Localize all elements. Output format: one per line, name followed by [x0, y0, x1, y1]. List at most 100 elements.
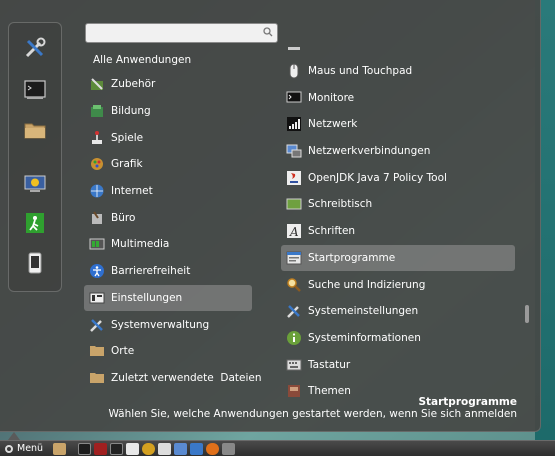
- taskbar-document-icon[interactable]: [126, 442, 140, 455]
- search-box[interactable]: [85, 23, 278, 43]
- taskbar-red-app-icon[interactable]: [94, 442, 108, 455]
- office-icon: [89, 210, 105, 226]
- app-item-label: Startprogramme: [308, 251, 396, 264]
- graphics-icon: [89, 156, 105, 172]
- app-item-locale[interactable]: Lokales: [281, 47, 515, 58]
- category-item-label: Systemverwaltung: [111, 318, 210, 331]
- category-item-label: Zubehör: [111, 78, 156, 91]
- search-icon: [263, 27, 273, 40]
- category-item-label: Multimedia: [111, 238, 170, 251]
- app-item-label: Monitore: [308, 91, 355, 104]
- menu-pointer: [8, 432, 20, 440]
- monitor-icon: [286, 90, 302, 106]
- category-item-education[interactable]: Bildung: [84, 98, 252, 125]
- category-item-accessibility[interactable]: Barrierefreiheit: [84, 258, 252, 285]
- taskbar-settings-icon[interactable]: [142, 442, 156, 455]
- app-item-system-settings[interactable]: Systemeinstellungen: [281, 298, 515, 325]
- app-item-startup[interactable]: Startprogramme: [281, 244, 515, 272]
- app-item-java[interactable]: OpenJDK Java 7 Policy Tool: [281, 164, 515, 191]
- terminal-icon[interactable]: [20, 75, 50, 105]
- app-item-mouse[interactable]: Maus und Touchpad: [281, 58, 515, 85]
- taskbar-mail-icon[interactable]: [158, 442, 172, 455]
- category-item-label: Grafik: [111, 158, 143, 171]
- category-item-accessories[interactable]: Zubehör: [84, 71, 252, 98]
- search-input[interactable]: [90, 26, 260, 40]
- category-item-label: Internet: [111, 185, 153, 198]
- category-item-label: Spiele: [111, 131, 144, 144]
- mouse-icon: [286, 63, 302, 79]
- category-item-games[interactable]: Spiele: [84, 124, 252, 151]
- category-item-label: Zuletzt verwendete Dateien: [111, 371, 262, 384]
- accessories-icon: [89, 76, 105, 92]
- settings-tools-icon[interactable]: [20, 33, 50, 63]
- network-icon: [286, 116, 302, 132]
- category-item-multimedia[interactable]: Multimedia: [84, 231, 252, 258]
- taskbar-folder-icon[interactable]: [53, 442, 67, 455]
- category-item-internet[interactable]: Internet: [84, 178, 252, 205]
- taskbar-terminal-icon[interactable]: [78, 442, 92, 455]
- category-all-applications[interactable]: Alle Anwendungen: [93, 54, 191, 66]
- app-item-label: Maus und Touchpad: [308, 65, 413, 78]
- app-item-keyboard[interactable]: Tastatur: [281, 351, 515, 378]
- app-item-system-info[interactable]: Systeminformationen: [281, 325, 515, 352]
- category-item-label: Büro: [111, 211, 136, 224]
- app-item-label: Netzwerkverbindungen: [308, 145, 431, 158]
- taskbar-firefox-icon[interactable]: [206, 442, 220, 455]
- app-item-label: Schriften: [308, 225, 356, 238]
- category-item-label: Bildung: [111, 105, 151, 118]
- menu-label: Menü: [17, 443, 44, 454]
- folder-icon[interactable]: [20, 115, 50, 145]
- svg-text:A: A: [289, 225, 299, 239]
- taskbar-network-icon[interactable]: [174, 442, 188, 455]
- settings-icon: [89, 290, 105, 306]
- app-item-desktop[interactable]: Schreibtisch: [281, 191, 515, 218]
- logout-screen-icon[interactable]: [20, 169, 50, 199]
- network-connections-icon: [286, 143, 302, 159]
- app-item-monitor[interactable]: Monitore: [281, 84, 515, 111]
- education-icon: [89, 103, 105, 119]
- app-item-label: Themen: [308, 385, 351, 398]
- app-item-network-connections[interactable]: Netzwerkverbindungen: [281, 138, 515, 165]
- category-item-recent-files[interactable]: Zuletzt verwendete Dateien: [84, 365, 262, 392]
- category-item-settings[interactable]: Einstellungen: [84, 284, 252, 312]
- multimedia-icon: [89, 236, 105, 252]
- fonts-icon: A: [286, 223, 302, 239]
- system-settings-icon: [286, 303, 302, 319]
- category-item-graphics[interactable]: Grafik: [84, 151, 252, 178]
- taskbar-app-icon[interactable]: [222, 442, 236, 455]
- category-item-system-admin[interactable]: Systemverwaltung: [84, 311, 252, 338]
- category-item-office[interactable]: Büro: [84, 204, 252, 231]
- app-item-network[interactable]: Netzwerk: [281, 111, 515, 138]
- app-item-label: Systeminformationen: [308, 331, 421, 344]
- app-list-scrollbar[interactable]: [525, 305, 529, 323]
- application-list: Lokales Maus und Touchpad Monitore Netzwerk…: [281, 47, 515, 407]
- app-item-label: Netzwerk: [308, 118, 358, 131]
- app-item-label: Lokales: [308, 47, 347, 50]
- app-item-label: OpenJDK Java 7 Policy Tool: [308, 171, 447, 184]
- category-list: Zubehör Bildung Spiele Grafik Internet Büro Mu…: [84, 71, 262, 392]
- places-icon: [89, 343, 105, 359]
- app-item-label: Systemeinstellungen: [308, 305, 419, 318]
- selected-app-description: Wählen Sie, welche Anwendungen gestartet…: [108, 408, 517, 420]
- exit-icon[interactable]: [20, 208, 50, 238]
- accessibility-icon: [89, 263, 105, 279]
- taskbar-console-icon[interactable]: [110, 442, 124, 455]
- category-item-places[interactable]: Orte: [84, 338, 252, 365]
- app-item-search-index[interactable]: Suche und Indizierung: [281, 271, 515, 298]
- menu-gear-icon: [5, 444, 13, 453]
- internet-icon: [89, 183, 105, 199]
- themes-icon: [286, 383, 302, 399]
- category-item-label: Barrierefreiheit: [111, 265, 191, 278]
- search-index-icon: [286, 277, 302, 293]
- startup-icon: [286, 250, 302, 266]
- app-item-fonts[interactable]: A Schriften: [281, 218, 515, 245]
- java-icon: [286, 170, 302, 186]
- selected-app-title: Startprogramme: [418, 396, 517, 408]
- taskbar-tools-icon[interactable]: [190, 442, 204, 455]
- category-item-label: Orte: [111, 345, 135, 358]
- app-item-label: Tastatur: [308, 358, 351, 371]
- app-item-label: Schreibtisch: [308, 198, 373, 211]
- phone-icon[interactable]: [20, 248, 50, 278]
- menu-button[interactable]: Menü: [0, 441, 43, 456]
- application-menu: Alle Anwendungen Zubehör Bildung Spiele Gra…: [0, 0, 541, 432]
